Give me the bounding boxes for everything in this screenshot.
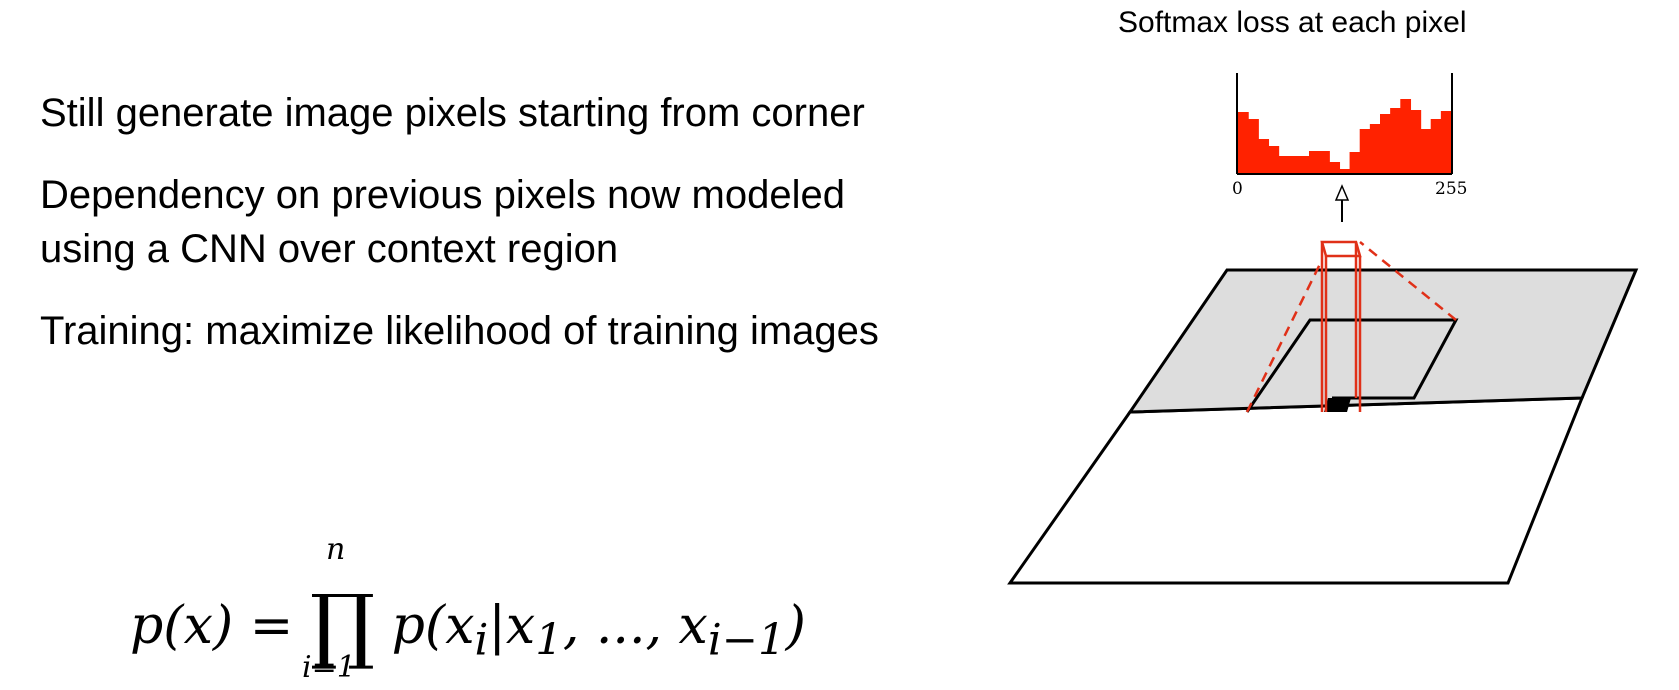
histogram-bar (1329, 162, 1341, 174)
histogram-bar (1258, 139, 1270, 174)
context-region (1127, 268, 1639, 414)
histogram-bar (1288, 156, 1300, 174)
histogram-bar (1420, 129, 1432, 174)
histogram-bar (1278, 156, 1290, 174)
histogram-bar (1309, 151, 1320, 174)
histogram-bar (1298, 156, 1310, 174)
histogram-bar (1248, 119, 1259, 174)
histogram-bar (1400, 99, 1412, 174)
histogram-bar (1319, 151, 1330, 174)
histogram-bars (1238, 99, 1452, 174)
histogram-bar (1238, 112, 1249, 174)
histogram-bar (1359, 129, 1371, 174)
histogram-min-label: 0 (1232, 179, 1243, 199)
histogram-bar (1440, 111, 1452, 174)
current-pixel (1324, 398, 1351, 412)
histogram-bar (1349, 152, 1361, 174)
image-plane (1007, 396, 1585, 585)
histogram-bar (1430, 119, 1442, 174)
histogram-bar (1410, 110, 1422, 174)
histogram-bar (1380, 114, 1391, 174)
pixelcnn-diagram: 0 255 (1007, 73, 1639, 585)
histogram-bar (1369, 124, 1381, 174)
histogram-bar (1390, 108, 1401, 174)
histogram-max-label: 255 (1435, 179, 1467, 199)
up-arrow-icon (1334, 184, 1350, 201)
histogram-bar (1268, 146, 1280, 174)
column-top (1320, 240, 1362, 258)
